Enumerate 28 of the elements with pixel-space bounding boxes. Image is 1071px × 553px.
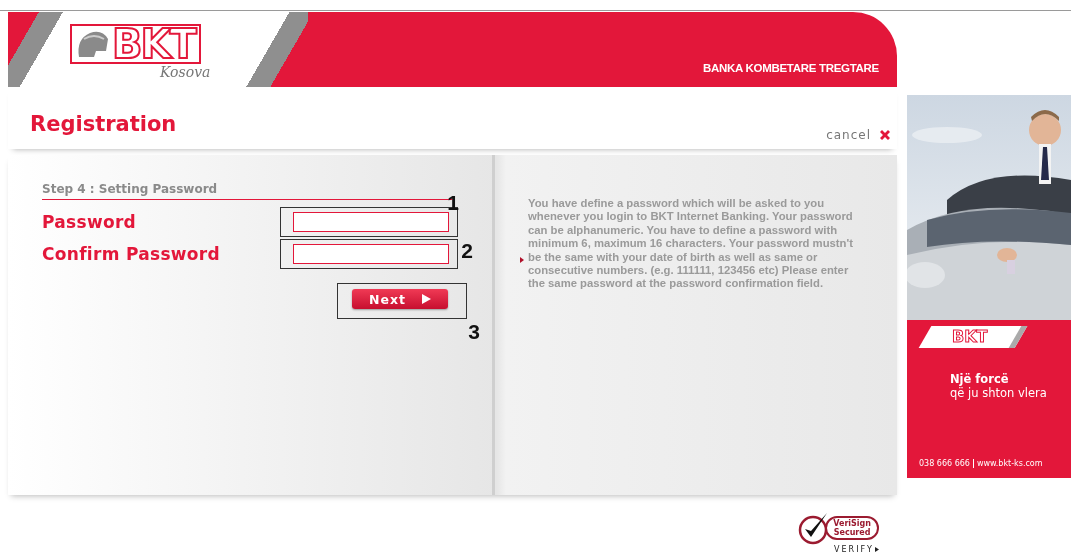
ad-banner[interactable]: BKT Një forcë që ju shton vlera 038 666 666 www.bkt-ks.com (907, 95, 1071, 478)
play-icon (875, 547, 879, 552)
bullet-icon (520, 257, 524, 263)
badge-status: Secured (833, 528, 871, 537)
ad-website: www.bkt-ks.com (972, 459, 1043, 468)
cancel-link[interactable]: cancel (826, 128, 891, 142)
security-badge[interactable]: VeriSign Secured VERIFY (797, 511, 879, 553)
play-icon (422, 294, 431, 304)
close-icon (879, 129, 891, 141)
ad-headline: Një forcë (950, 372, 1010, 386)
field-label: Password (42, 212, 138, 232)
ad-phone: 038 666 666 (919, 459, 970, 468)
field-label: Confirm Password (42, 244, 221, 264)
ad-subline: që ju shton vlera (950, 386, 1048, 400)
logo[interactable]: BKT (70, 24, 201, 64)
tagline: BANKA KOMBETARE TREGTARE (703, 62, 879, 74)
badge-name: VeriSign (833, 519, 871, 528)
annotation-number: 2 (461, 239, 473, 263)
annotation-number: 3 (468, 320, 480, 344)
helmet-icon (76, 29, 110, 59)
next-button[interactable]: Next (352, 289, 448, 309)
help-text: You have define a password which will be asked to you whenever you login to BKT Internet Banking. Your password can be alphanumeric. You have to define a password with minimum 6, maximum 16 characters. Your password mustn't be the same with your date of birth as well as same or consecutive numbers. (e.g. 111111, 123456 etc) Please enter the same password at the password confirmation field. (528, 197, 854, 291)
logo-region: Kosova (160, 64, 211, 80)
logo-text: BKT (112, 26, 195, 62)
password-field[interactable] (293, 244, 449, 264)
page-title: Registration (30, 112, 177, 136)
ad-logo: BKT (918, 326, 1028, 348)
password-field[interactable] (293, 212, 449, 232)
